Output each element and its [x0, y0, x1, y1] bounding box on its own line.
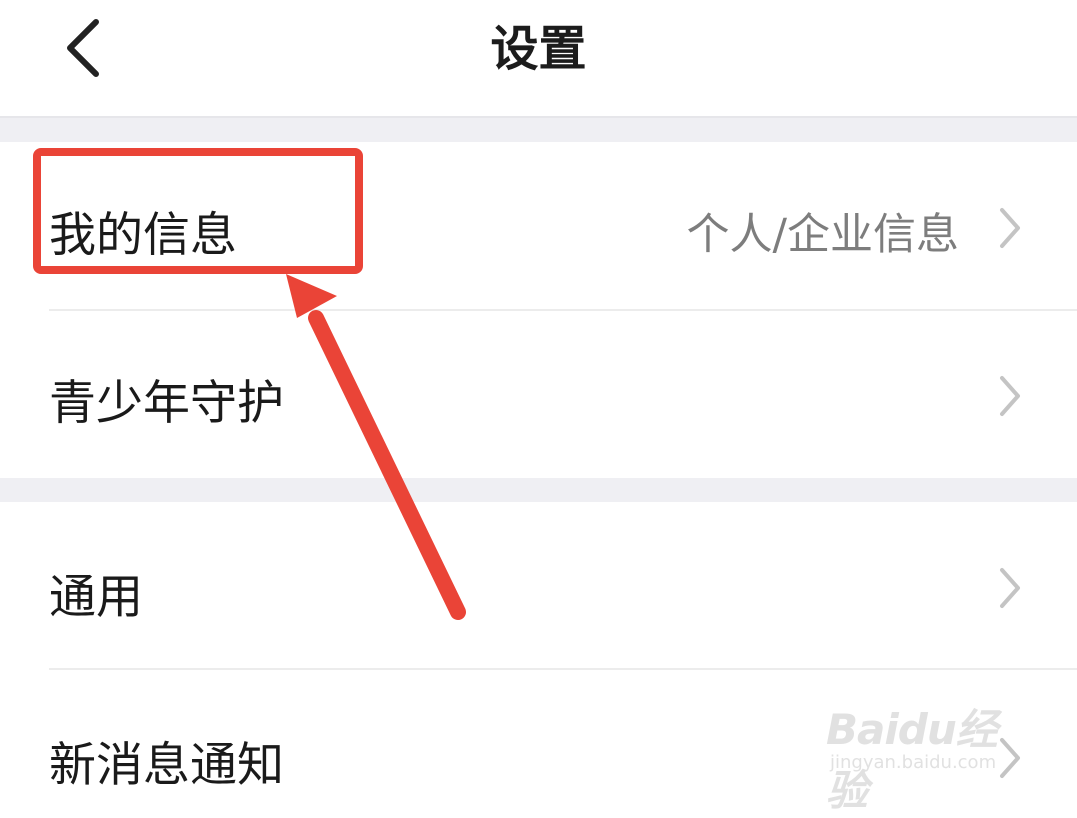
- watermark-url: jingyan.baidu.com: [830, 752, 997, 773]
- watermark: Baidu经验 jingyan.baidu.com: [826, 690, 1026, 815]
- annotation-arrow-icon: [286, 274, 466, 620]
